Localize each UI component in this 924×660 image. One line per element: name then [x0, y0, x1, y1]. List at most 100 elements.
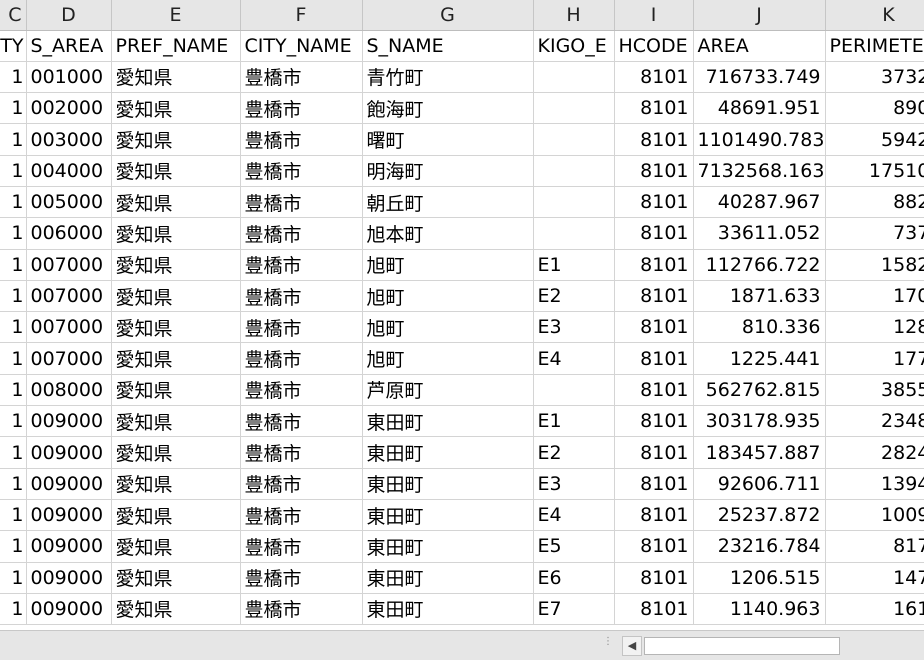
table-cell[interactable]: [533, 123, 615, 156]
table-cell[interactable]: 1: [0, 562, 27, 594]
table-cell[interactable]: 009000: [26, 562, 112, 594]
table-cell[interactable]: 8101: [614, 311, 694, 344]
table-cell[interactable]: 817.0: [825, 530, 924, 563]
table-cell[interactable]: [533, 61, 615, 94]
table-cell[interactable]: 002000: [26, 92, 112, 125]
table-cell[interactable]: [533, 186, 615, 219]
table-cell[interactable]: 1: [0, 468, 27, 500]
table-cell[interactable]: 豊橋市: [240, 499, 363, 532]
table-cell[interactable]: E7: [533, 593, 615, 626]
header-cell[interactable]: PERIMETE: [825, 30, 924, 62]
table-cell[interactable]: 1: [0, 374, 27, 407]
table-cell[interactable]: 890.1: [825, 92, 924, 125]
table-cell[interactable]: 愛知県: [111, 155, 241, 187]
table-cell[interactable]: 1: [0, 123, 27, 156]
table-cell[interactable]: 1871.633: [693, 280, 826, 313]
table-cell[interactable]: 愛知県: [111, 405, 241, 438]
header-cell[interactable]: CITY_NAME: [240, 30, 363, 62]
table-cell[interactable]: 豊橋市: [240, 468, 363, 500]
header-cell[interactable]: KIGO_E: [533, 30, 615, 62]
table-cell[interactable]: 004000: [26, 155, 112, 187]
table-cell[interactable]: 3855.6: [825, 374, 924, 407]
table-cell[interactable]: 006000: [26, 217, 112, 250]
table-cell[interactable]: 009000: [26, 499, 112, 532]
table-cell[interactable]: 009000: [26, 436, 112, 469]
table-cell[interactable]: 1582.8: [825, 249, 924, 281]
table-cell[interactable]: 737.8: [825, 217, 924, 250]
table-cell[interactable]: E3: [533, 468, 615, 500]
table-cell[interactable]: 明海町: [362, 155, 534, 187]
table-cell[interactable]: 007000: [26, 249, 112, 281]
table-cell[interactable]: 豊橋市: [240, 249, 363, 281]
table-cell[interactable]: 161.1: [825, 593, 924, 626]
table-cell[interactable]: 東田町: [362, 562, 534, 594]
table-cell[interactable]: E2: [533, 436, 615, 469]
table-cell[interactable]: 007000: [26, 342, 112, 375]
table-cell[interactable]: E6: [533, 562, 615, 594]
table-cell[interactable]: 009000: [26, 405, 112, 438]
table-cell[interactable]: 1225.441: [693, 342, 826, 375]
table-cell[interactable]: 愛知県: [111, 436, 241, 469]
table-cell[interactable]: 25237.872: [693, 499, 826, 532]
column-letter-g[interactable]: G: [362, 0, 534, 31]
table-cell[interactable]: 8101: [614, 468, 694, 500]
header-cell[interactable]: S_NAME: [362, 30, 534, 62]
table-cell[interactable]: 003000: [26, 123, 112, 156]
table-cell[interactable]: 東田町: [362, 530, 534, 563]
table-cell[interactable]: 562762.815: [693, 374, 826, 407]
table-cell[interactable]: 旭本町: [362, 217, 534, 250]
table-cell[interactable]: 1: [0, 280, 27, 313]
table-cell[interactable]: 豊橋市: [240, 562, 363, 594]
table-cell[interactable]: 8101: [614, 593, 694, 626]
table-cell[interactable]: 008000: [26, 374, 112, 407]
table-cell[interactable]: 1140.963: [693, 593, 826, 626]
table-cell[interactable]: 177.5: [825, 342, 924, 375]
table-cell[interactable]: 1: [0, 92, 27, 125]
column-letter-d[interactable]: D: [26, 0, 112, 31]
table-cell[interactable]: 豊橋市: [240, 123, 363, 156]
table-cell[interactable]: 愛知県: [111, 374, 241, 407]
column-letter-j[interactable]: J: [693, 0, 826, 31]
table-cell[interactable]: 2824.7: [825, 436, 924, 469]
table-cell[interactable]: 愛知県: [111, 186, 241, 219]
table-cell[interactable]: 40287.967: [693, 186, 826, 219]
table-cell[interactable]: 92606.711: [693, 468, 826, 500]
table-cell[interactable]: 8101: [614, 92, 694, 125]
table-cell[interactable]: 豊橋市: [240, 342, 363, 375]
table-cell[interactable]: 東田町: [362, 593, 534, 626]
table-cell[interactable]: 愛知県: [111, 92, 241, 125]
table-cell[interactable]: 8101: [614, 530, 694, 563]
header-cell[interactable]: TY: [0, 30, 27, 62]
table-cell[interactable]: 1009.7: [825, 499, 924, 532]
table-cell[interactable]: 曙町: [362, 123, 534, 156]
table-cell[interactable]: [533, 92, 615, 125]
table-cell[interactable]: 8101: [614, 61, 694, 94]
table-cell[interactable]: 1394.3: [825, 468, 924, 500]
table-cell[interactable]: E4: [533, 499, 615, 532]
table-cell[interactable]: 007000: [26, 280, 112, 313]
table-cell[interactable]: 8101: [614, 249, 694, 281]
table-cell[interactable]: 豊橋市: [240, 436, 363, 469]
table-cell[interactable]: 2348.8: [825, 405, 924, 438]
table-cell[interactable]: 1: [0, 530, 27, 563]
table-cell[interactable]: 豊橋市: [240, 593, 363, 626]
table-cell[interactable]: 1: [0, 217, 27, 250]
table-cell[interactable]: 48691.951: [693, 92, 826, 125]
column-letter-e[interactable]: E: [111, 0, 241, 31]
table-cell[interactable]: 8101: [614, 217, 694, 250]
table-cell[interactable]: 8101: [614, 562, 694, 594]
table-cell[interactable]: 愛知県: [111, 61, 241, 94]
table-cell[interactable]: 豊橋市: [240, 155, 363, 187]
table-cell[interactable]: 7132568.163: [693, 155, 826, 187]
table-cell[interactable]: 1: [0, 249, 27, 281]
table-cell[interactable]: 5942.7: [825, 123, 924, 156]
header-cell[interactable]: AREA: [693, 30, 826, 62]
table-cell[interactable]: 豊橋市: [240, 311, 363, 344]
table-cell[interactable]: 8101: [614, 405, 694, 438]
table-cell[interactable]: 8101: [614, 342, 694, 375]
table-cell[interactable]: 愛知県: [111, 280, 241, 313]
table-cell[interactable]: 愛知県: [111, 499, 241, 532]
table-cell[interactable]: 東田町: [362, 499, 534, 532]
table-cell[interactable]: 1: [0, 593, 27, 626]
table-cell[interactable]: 001000: [26, 61, 112, 94]
